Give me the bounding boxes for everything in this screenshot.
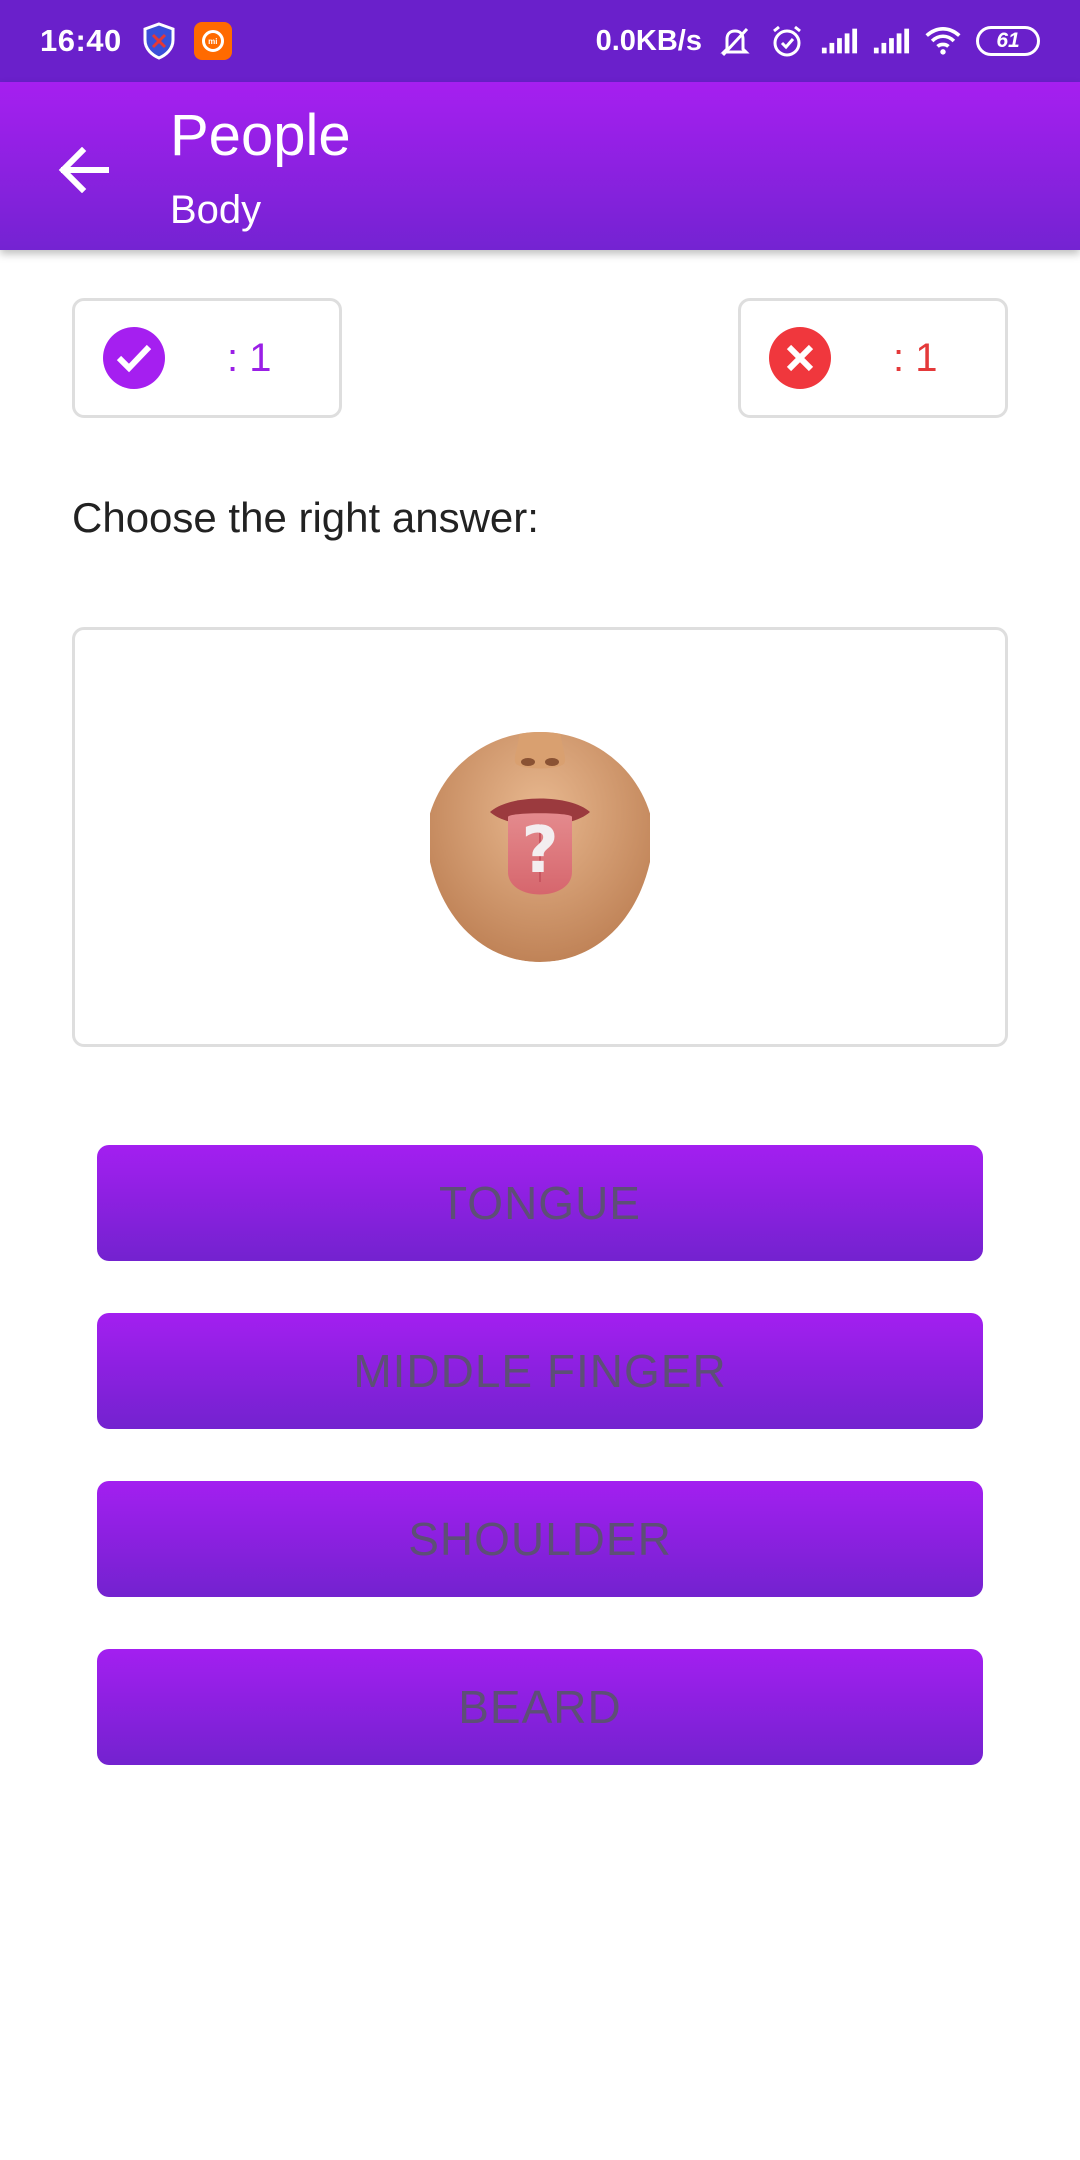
question-prompt: Choose the right answer: (72, 494, 539, 541)
status-system-icons: 0.0KB/s 61 (596, 22, 1040, 60)
network-speed: 0.0KB/s (595, 24, 702, 57)
signal-icon (820, 22, 858, 60)
question-image-box: ? (72, 627, 1008, 1047)
answer-label: TONGUE (439, 1177, 641, 1229)
back-button[interactable] (52, 138, 116, 202)
answer-label: MIDDLE FINGER (353, 1345, 727, 1397)
answer-button-1[interactable]: TONGUE (97, 1145, 983, 1261)
battery-icon: 61 (976, 26, 1040, 56)
shield-icon (140, 22, 178, 60)
correct-count: : 1 (227, 335, 272, 380)
page-subtitle: Body (170, 188, 262, 232)
answer-label: SHOULDER (408, 1513, 672, 1565)
alarm-icon (768, 22, 806, 60)
answer-label: BEARD (458, 1681, 622, 1733)
wrong-count: : 1 (893, 335, 938, 380)
app-bar: People Body (0, 82, 1080, 250)
svg-text:?: ? (521, 814, 558, 888)
answer-button-3[interactable]: SHOULDER (97, 1481, 983, 1597)
arrow-back-icon (58, 147, 109, 193)
wifi-icon (924, 22, 962, 60)
answer-button-2[interactable]: MIDDLE FINGER (97, 1313, 983, 1429)
wrong-score-box: : 1 (738, 298, 1008, 418)
mi-app-icon: mi (193, 22, 232, 60)
status-notification-icons: mi (140, 22, 232, 60)
check-circle-icon (103, 327, 165, 389)
correct-score-box: : 1 (72, 298, 342, 418)
signal-icon (872, 22, 910, 60)
status-time: 16:40 (40, 23, 122, 58)
mute-icon (716, 22, 754, 60)
status-bar: 16:40 mi 0.0KB/s 61 (0, 0, 1080, 82)
page-title: People (170, 103, 351, 168)
answer-button-4[interactable]: BEARD (97, 1649, 983, 1765)
close-circle-icon (769, 327, 831, 389)
face-tongue-question-image: ? (420, 712, 660, 962)
